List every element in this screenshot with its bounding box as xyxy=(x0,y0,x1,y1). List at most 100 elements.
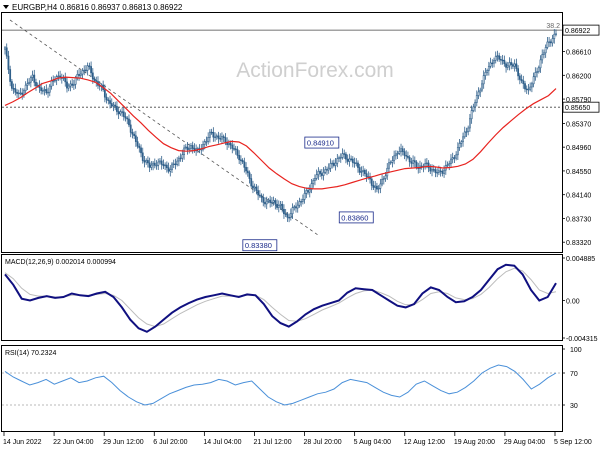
candle-body xyxy=(295,206,297,209)
candle-body xyxy=(246,170,249,174)
candle-body xyxy=(291,207,294,215)
candle-body xyxy=(308,189,311,193)
candle-body xyxy=(467,127,470,132)
candle-body xyxy=(396,153,399,155)
candle-body xyxy=(520,79,523,82)
candle-body xyxy=(427,162,430,169)
candle-body xyxy=(10,81,13,89)
candle-body xyxy=(109,100,111,104)
candle-body xyxy=(43,89,46,91)
candle-body xyxy=(152,162,154,166)
candle-body xyxy=(224,137,227,143)
candle-body xyxy=(469,118,471,129)
candle-body xyxy=(474,102,476,108)
candle-body xyxy=(229,142,232,146)
candle-body xyxy=(76,74,79,78)
candle-body xyxy=(484,71,487,76)
candle-body xyxy=(126,117,129,120)
candle-body xyxy=(357,162,359,168)
candle-body xyxy=(472,106,475,111)
candle-body xyxy=(217,135,220,139)
candle-body xyxy=(544,47,547,54)
candle-body xyxy=(236,149,239,156)
candle-body xyxy=(136,141,139,147)
candle-body xyxy=(159,160,161,163)
candle-body xyxy=(319,171,322,174)
candle-body xyxy=(91,72,94,80)
ohlc-readout: 0.86816 0.86937 0.86813 0.86922 xyxy=(60,3,183,12)
candle-body xyxy=(475,95,478,103)
candle-body xyxy=(150,164,153,168)
fib-level-label: 38.2 xyxy=(546,23,560,30)
candle-body xyxy=(332,162,335,166)
candle-body xyxy=(86,65,89,71)
candle-body xyxy=(174,163,177,166)
candle-body xyxy=(4,47,6,50)
candle-body xyxy=(252,185,254,189)
candle-body xyxy=(164,164,167,167)
candle-body xyxy=(363,169,366,174)
candle-body xyxy=(351,158,354,163)
candle-body xyxy=(186,146,189,150)
candle-body xyxy=(88,65,91,67)
candle-body xyxy=(253,186,256,189)
candle-body xyxy=(331,162,334,165)
candle-body xyxy=(379,183,382,189)
time-tick-label: 28 Jul 20:00 xyxy=(304,439,342,446)
candle-body xyxy=(5,47,8,57)
candle-body xyxy=(432,169,435,171)
candle-body xyxy=(493,59,495,64)
candle-body xyxy=(398,151,401,154)
candle-body xyxy=(443,169,445,174)
watermark: ActionForex.com xyxy=(236,59,394,82)
candle-body xyxy=(243,161,246,168)
candle-body xyxy=(162,164,165,167)
candle-body xyxy=(537,67,540,72)
candle-body xyxy=(487,65,490,71)
candle-body xyxy=(267,199,270,202)
candle-body xyxy=(215,135,218,138)
candle-body xyxy=(543,52,545,55)
candle-body xyxy=(209,131,211,138)
candle-body xyxy=(358,167,361,173)
candle-body xyxy=(47,91,49,94)
candle-body xyxy=(462,136,464,143)
price-tick-label: 0.84550 xyxy=(566,169,591,176)
candle-body xyxy=(549,41,552,44)
rsi-tick-label: 30 xyxy=(570,403,578,410)
candle-body xyxy=(326,169,328,171)
candle-body xyxy=(277,205,280,208)
candle-body xyxy=(219,138,222,140)
candle-body xyxy=(134,135,137,142)
candle-body xyxy=(508,62,511,67)
candle-body xyxy=(57,75,60,78)
candle-body xyxy=(431,169,433,172)
candle-body xyxy=(529,86,532,90)
candle-body xyxy=(439,170,442,172)
candle-body xyxy=(362,169,365,172)
candle-body xyxy=(482,75,485,85)
candle-body xyxy=(408,157,411,163)
rsi-title: RSI(14) 70.2324 xyxy=(5,350,56,357)
candle-body xyxy=(207,137,210,142)
candle-body xyxy=(167,167,170,172)
candle-body xyxy=(384,175,387,179)
candle-body xyxy=(283,209,285,215)
candle-body xyxy=(14,88,17,93)
candle-body xyxy=(103,89,106,98)
candle-body xyxy=(54,79,56,82)
candle-body xyxy=(171,163,173,170)
candle-body xyxy=(184,146,187,149)
candle-body xyxy=(69,83,72,87)
candle-body xyxy=(145,160,148,163)
candle-body xyxy=(114,104,117,107)
candle-body xyxy=(238,155,241,161)
candle-body xyxy=(107,99,110,102)
candle-body xyxy=(133,133,136,137)
candle-body xyxy=(365,173,368,178)
candle-body xyxy=(140,147,142,154)
candle-body xyxy=(551,38,554,44)
candle-body xyxy=(35,82,37,87)
candle-body xyxy=(456,147,459,156)
candle-body xyxy=(315,174,318,179)
